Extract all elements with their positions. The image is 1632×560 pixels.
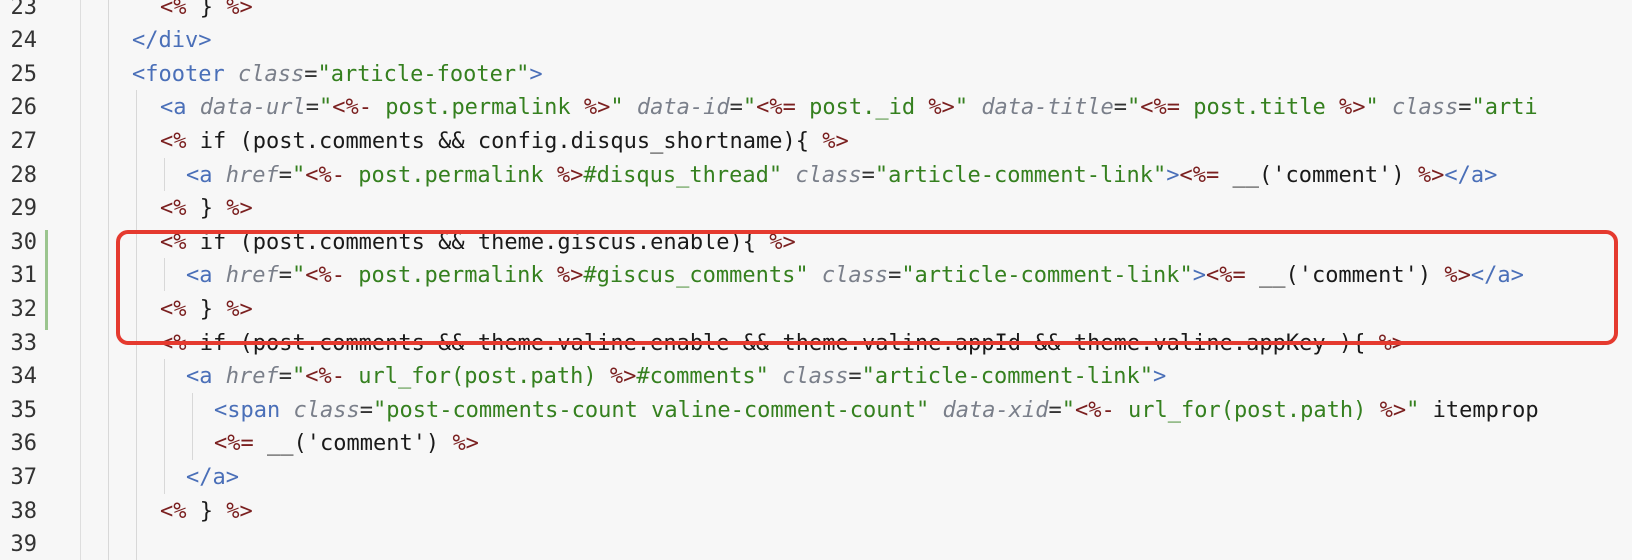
code-line: </div> <box>132 28 212 53</box>
line-number: 34 <box>10 364 38 389</box>
indent-guide <box>108 0 109 560</box>
code-line: <% } %> <box>160 499 253 524</box>
line-number: 33 <box>10 331 38 356</box>
code-line: </a> <box>186 465 239 490</box>
line-number: 35 <box>10 398 38 423</box>
line-number: 38 <box>10 499 38 524</box>
code-line: <a href="<%- post.permalink %>#disqus_th… <box>186 163 1498 188</box>
code-line: <footer class="article-footer"> <box>132 62 543 87</box>
line-number: 27 <box>10 129 38 154</box>
line-number: 32 <box>10 297 38 322</box>
code-line: <% if (post.comments && config.disqus_sh… <box>160 129 849 154</box>
vcs-added-marker <box>45 230 48 330</box>
line-number: 30 <box>10 230 38 255</box>
line-number: 31 <box>10 263 38 288</box>
line-number: 28 <box>10 163 38 188</box>
line-number: 39 <box>10 532 38 557</box>
code-line: <%= __('comment') %> <box>214 431 479 456</box>
indent-guide <box>164 158 165 191</box>
indent-guide <box>164 359 165 494</box>
code-line: <a href="<%- url_for(post.path) %>#comme… <box>186 364 1167 389</box>
line-number: 36 <box>10 431 38 456</box>
code-editor[interactable]: 23 24 25 26 27 28 29 30 31 32 33 34 35 3… <box>0 0 1632 560</box>
highlight-box <box>116 230 1618 345</box>
gutter-divider <box>80 0 81 560</box>
line-number: 29 <box>10 196 38 221</box>
line-number: 25 <box>10 62 38 87</box>
line-number: 26 <box>10 95 38 120</box>
line-number: 37 <box>10 465 38 490</box>
indent-guide <box>192 393 193 460</box>
code-line: <a data-url="<%- post.permalink %>" data… <box>160 95 1538 120</box>
code-line: <span class="post-comments-count valine-… <box>214 398 1539 423</box>
line-number-gutter: 23 24 25 26 27 28 29 30 31 32 33 34 35 3… <box>0 0 64 560</box>
line-number: 24 <box>10 28 38 53</box>
code-line: <% } %> <box>160 196 253 221</box>
